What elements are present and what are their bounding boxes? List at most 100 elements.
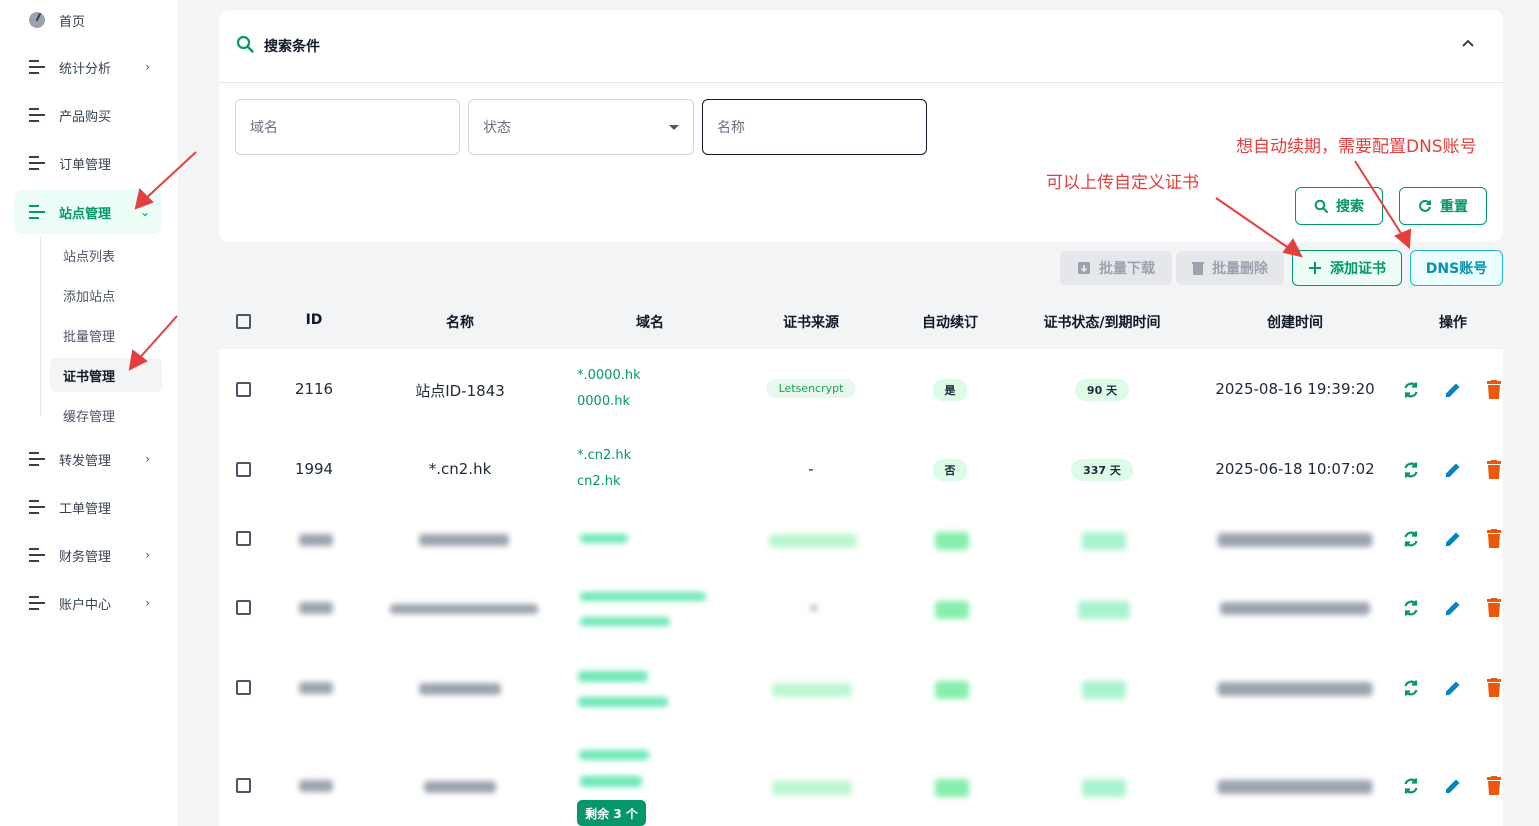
status-select[interactable]: 状态 [468, 99, 694, 155]
renew-icon[interactable] [1401, 598, 1421, 618]
sidebar-subitem-certs[interactable]: 证书管理 [50, 358, 162, 392]
search-panel-header: 搜索条件 [219, 10, 1503, 83]
redacted-created [1217, 533, 1373, 547]
chevron-right-icon: › [145, 596, 150, 610]
row-checkbox[interactable] [236, 600, 251, 615]
sidebar-item-label: 站点管理 [59, 206, 112, 222]
col-auto-renew[interactable]: 自动续订 [922, 312, 978, 332]
redacted-source [811, 605, 817, 611]
chevron-right-icon: › [145, 452, 150, 466]
table-header: ID 名称 域名 证书来源 自动续订 证书状态/到期时间 创建时间 操作 [219, 293, 1503, 349]
col-name[interactable]: 名称 [446, 312, 474, 332]
cell-domain: *.cn2.hk [577, 448, 632, 463]
row-checkbox[interactable] [236, 680, 251, 695]
redacted-created [1217, 780, 1373, 794]
batch-download-label: 批量下载 [1099, 261, 1155, 277]
redacted-source [769, 534, 857, 548]
row-checkbox[interactable] [236, 382, 251, 397]
col-id[interactable]: ID [306, 312, 323, 328]
renew-icon[interactable] [1401, 678, 1421, 698]
cell-domain: 0000.hk [577, 394, 630, 409]
chevron-down-icon: ⌄ [139, 205, 150, 219]
cell-domain: *.0000.hk [577, 368, 641, 383]
download-box-icon [1077, 261, 1091, 275]
sidebar-item-label: 订单管理 [59, 157, 112, 173]
trash-icon[interactable] [1486, 598, 1503, 618]
domain-input[interactable]: 域名 [235, 99, 460, 155]
col-created[interactable]: 创建时间 [1267, 312, 1323, 332]
sidebar-item-purchase[interactable]: 产品购买 [14, 95, 162, 135]
search-button[interactable]: 搜索 [1295, 187, 1383, 225]
batch-delete-button[interactable]: 批量删除 [1176, 251, 1284, 285]
row-checkbox[interactable] [236, 462, 251, 477]
sidebar-subitem-cache[interactable]: 缓存管理 [50, 398, 162, 432]
sidebar-item-sites[interactable]: 站点管理 ⌄ [14, 190, 162, 234]
redacted-created [1220, 602, 1370, 615]
sidebar-item-forward[interactable]: 转发管理 › [14, 439, 162, 479]
trash-icon[interactable] [1486, 529, 1503, 549]
collapse-chevron-icon[interactable] [1461, 36, 1475, 52]
dns-account-button[interactable]: DNS账号 [1410, 250, 1503, 286]
trash-icon[interactable] [1486, 460, 1503, 480]
redacted-name [419, 534, 509, 546]
redacted-name [390, 604, 538, 614]
edit-pencil-icon[interactable] [1443, 460, 1463, 480]
sidebar-item-label: 工单管理 [59, 501, 112, 517]
col-actions: 操作 [1439, 315, 1467, 331]
col-domain[interactable]: 域名 [636, 312, 664, 332]
redacted-domain [579, 750, 649, 760]
cell-id: 1994 [294, 460, 334, 478]
edit-pencil-icon[interactable] [1443, 598, 1463, 618]
status-badge: 90 天 [1074, 379, 1130, 401]
redacted-status [1078, 601, 1130, 619]
sidebar-item-account[interactable]: 账户中心 › [14, 583, 162, 623]
remaining-domains-badge[interactable]: 剩余 3 个 [577, 800, 646, 826]
trash-icon[interactable] [1486, 776, 1503, 796]
redacted-domain [580, 776, 642, 787]
col-source[interactable]: 证书来源 [783, 312, 839, 332]
redacted-renew [935, 532, 969, 550]
trash-icon[interactable] [1486, 678, 1503, 698]
sidebar-subitem-batch[interactable]: 批量管理 [50, 318, 162, 352]
renew-icon[interactable] [1401, 776, 1421, 796]
sidebar-item-orders[interactable]: 订单管理 [14, 143, 162, 183]
batch-delete-label: 批量删除 [1212, 261, 1268, 277]
sidebar-item-stats[interactable]: 统计分析 › [14, 47, 162, 87]
row-checkbox[interactable] [236, 778, 251, 793]
redacted-status [1082, 779, 1126, 797]
add-cert-button[interactable]: 添加证书 [1292, 250, 1402, 286]
select-all-checkbox[interactable] [236, 314, 251, 329]
batch-download-button[interactable]: 批量下载 [1060, 251, 1172, 285]
sidebar-item-finance[interactable]: 财务管理 › [14, 535, 162, 575]
name-input[interactable]: 名称 [702, 99, 927, 155]
renew-icon[interactable] [1401, 529, 1421, 549]
sidebar: 首页 统计分析 › 产品购买 订单管理 站点管理 ⌄ 站点列表 添加站点 批量管… [0, 0, 178, 826]
edit-pencil-icon[interactable] [1443, 776, 1463, 796]
submenu-line [40, 236, 41, 416]
col-status[interactable]: 证书状态/到期时间 [1043, 312, 1160, 332]
redacted-renew [935, 779, 969, 797]
redacted-created [1217, 682, 1373, 696]
redacted-domain [580, 592, 706, 601]
trash-icon[interactable] [1486, 380, 1503, 400]
sidebar-item-label: 产品购买 [59, 109, 112, 125]
search-icon [1314, 199, 1328, 213]
sidebar-item-label: 首页 [59, 14, 86, 30]
search-panel-title: 搜索条件 [264, 39, 320, 55]
redacted-id [299, 534, 333, 546]
sidebar-subitem-site-list[interactable]: 站点列表 [50, 238, 162, 272]
sidebar-item-tickets[interactable]: 工单管理 [14, 487, 162, 527]
redacted-source [772, 683, 852, 697]
menu-icon [28, 155, 46, 171]
renew-icon[interactable] [1401, 380, 1421, 400]
sidebar-subitem-add-site[interactable]: 添加站点 [50, 278, 162, 312]
sidebar-item-home[interactable]: 首页 [14, 0, 162, 40]
edit-pencil-icon[interactable] [1443, 380, 1463, 400]
cell-source: - [808, 460, 814, 478]
renew-icon[interactable] [1401, 460, 1421, 480]
edit-pencil-icon[interactable] [1443, 678, 1463, 698]
edit-pencil-icon[interactable] [1443, 529, 1463, 549]
redacted-domain [578, 697, 668, 707]
row-checkbox[interactable] [236, 531, 251, 546]
reset-button[interactable]: 重置 [1399, 187, 1487, 225]
